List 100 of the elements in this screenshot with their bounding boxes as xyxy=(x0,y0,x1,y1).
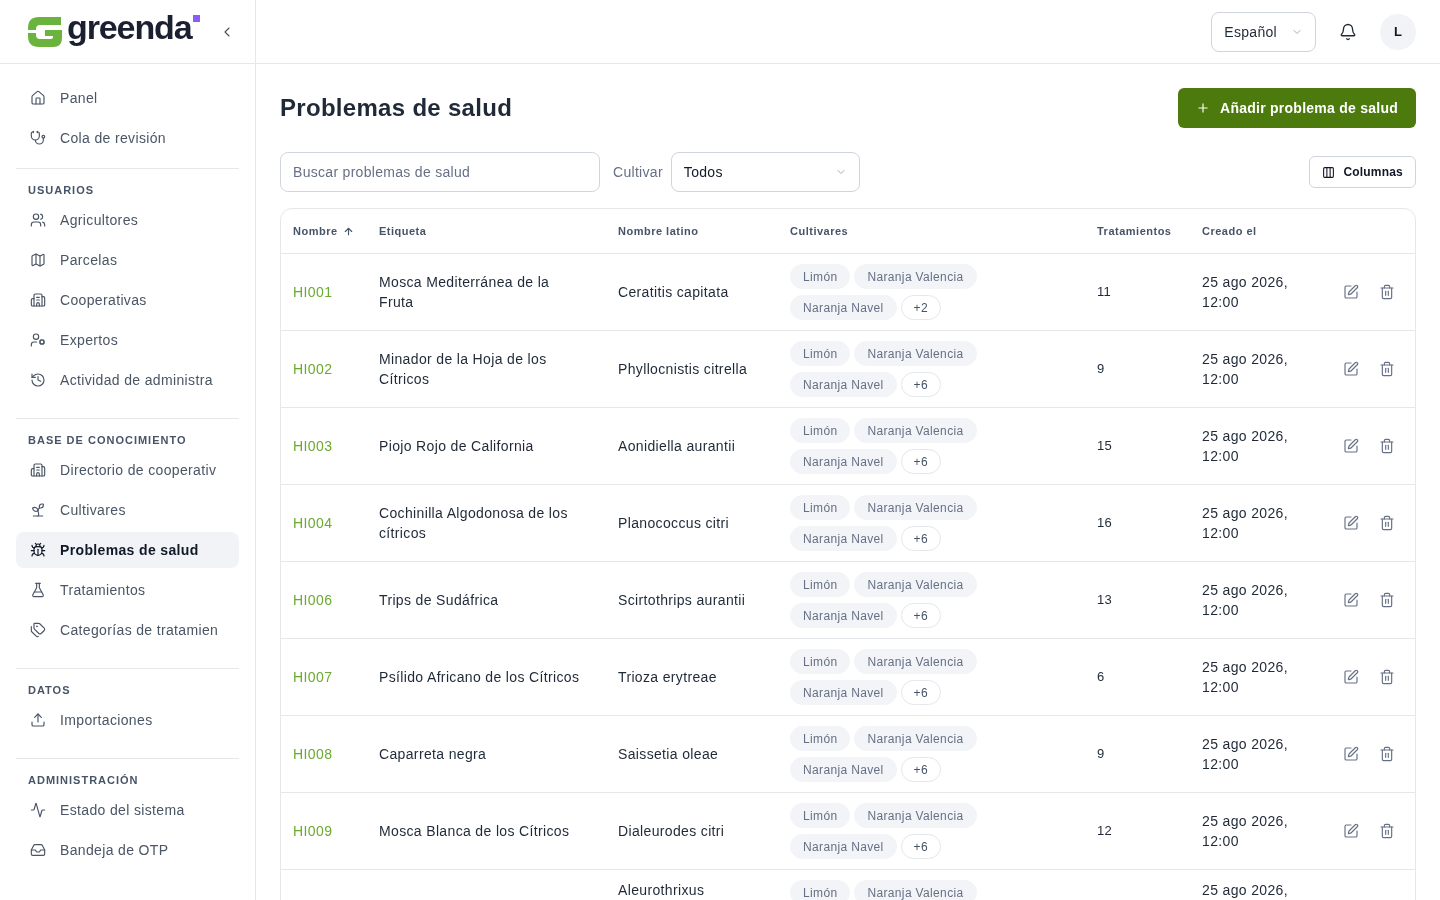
nav-item[interactable]: Cooperativas xyxy=(16,282,239,318)
table-cell-text: Mosca Mediterránea de la Fruta xyxy=(379,273,551,312)
crop-tag: Naranja Valencia xyxy=(854,880,977,900)
edit-icon xyxy=(1343,515,1359,531)
trash-icon xyxy=(1379,438,1395,454)
more-tag[interactable]: +6 xyxy=(900,526,941,551)
table-cell-text: Mosca Blanca de los Cítricos xyxy=(379,822,570,841)
table-cell-text: 25 ago 2026, 12:00 xyxy=(1202,350,1289,389)
more-tag[interactable]: +2 xyxy=(900,295,941,320)
crop-tag: Naranja Navel xyxy=(790,526,897,551)
crop-tag: Naranja Navel xyxy=(790,834,897,859)
logo-text: greenda xyxy=(67,10,192,44)
table-cell-text: 25 ago 2026, 12:00 xyxy=(1202,581,1289,620)
trash-icon xyxy=(1379,669,1395,685)
table-cell-text: Psílido Africano de los Cítricos xyxy=(379,668,580,687)
columns-button[interactable]: Columnas xyxy=(1309,156,1416,188)
nav-item[interactable]: Cola de revisión xyxy=(16,120,239,156)
table-cell: 9 xyxy=(1097,746,1105,761)
upload-icon xyxy=(30,712,46,728)
crop-tag: Naranja Valencia xyxy=(854,264,977,289)
column-header[interactable]: Cultivares xyxy=(790,225,849,237)
crop-tag: Naranja Valencia xyxy=(854,418,977,443)
avatar[interactable]: L xyxy=(1380,13,1416,50)
more-tag[interactable]: +6 xyxy=(900,449,941,474)
table-cell-text: Trioza erytreae xyxy=(618,668,717,687)
crop-tag: Naranja Valencia xyxy=(854,803,977,828)
building-icon xyxy=(30,292,46,308)
nav-item[interactable]: Parcelas xyxy=(16,242,239,278)
table-cell: 15 xyxy=(1097,438,1113,453)
nav-item[interactable]: Bandeja de OTP xyxy=(16,832,239,868)
logo-icon xyxy=(28,15,62,48)
edit-icon xyxy=(1343,823,1359,839)
crop-tag: Limón xyxy=(790,572,851,597)
page-title: Problemas de salud xyxy=(280,94,513,122)
table-cell-text: Aonidiella aurantii xyxy=(618,437,736,456)
nav-item[interactable]: Panel xyxy=(16,80,239,116)
edit-icon xyxy=(1343,361,1359,377)
table-cell-text: Phyllocnistis citrella xyxy=(618,360,748,379)
crop-tag: Limón xyxy=(790,418,851,443)
plus-icon xyxy=(1196,101,1211,115)
table-cell: 6 xyxy=(1097,669,1105,684)
table-cell-text: Dialeurodes citri xyxy=(618,822,725,841)
add-button[interactable]: Añadir problema de salud xyxy=(1178,88,1416,128)
crop-tag: Limón xyxy=(790,803,851,828)
table-cell: 9 xyxy=(1097,361,1105,376)
trash-icon xyxy=(1379,515,1395,531)
nav-item[interactable]: Actividad de administra xyxy=(16,362,239,398)
nav-item[interactable]: Agricultores xyxy=(16,202,239,238)
crop-tag: Limón xyxy=(790,495,851,520)
table-cell-text: Planococcus citri xyxy=(618,514,729,533)
nav-item[interactable]: Cultivares xyxy=(16,492,239,528)
crop-tag: Naranja Navel xyxy=(790,372,897,397)
history-icon xyxy=(30,372,46,388)
crop-tag: Naranja Navel xyxy=(790,757,897,782)
edit-icon xyxy=(1343,669,1359,685)
column-header[interactable]: Nombre latino xyxy=(618,225,699,237)
more-tag[interactable]: +6 xyxy=(900,834,941,859)
home-icon xyxy=(30,90,46,106)
nav-item[interactable]: Estado del sistema xyxy=(16,792,239,828)
nav-item[interactable]: Tratamientos xyxy=(16,572,239,608)
table-cell-text: 25 ago 2026, 12:00 xyxy=(1202,427,1289,466)
user-gear-icon xyxy=(30,332,46,348)
search-field[interactable]: Buscar problemas de salud xyxy=(280,152,600,192)
more-tag[interactable]: +6 xyxy=(900,680,941,705)
bug-icon xyxy=(30,542,46,558)
nav-item[interactable]: Expertos xyxy=(16,322,239,358)
section-title: ADMINISTRACIÓN xyxy=(27,773,140,788)
sprout-icon xyxy=(30,502,46,518)
table-cell-text: Aleurothrixus xyxy=(618,881,705,900)
table-cell: 16 xyxy=(1097,515,1113,530)
nav-item[interactable]: Importaciones xyxy=(16,702,239,738)
users-icon xyxy=(30,212,46,228)
table-cell-text: Trips de Sudáfrica xyxy=(379,591,499,610)
crop-tag: Naranja Navel xyxy=(790,295,897,320)
more-tag[interactable]: +6 xyxy=(900,372,941,397)
crop-tag: Naranja Valencia xyxy=(854,649,977,674)
more-tag[interactable]: +6 xyxy=(900,757,941,782)
nav-item[interactable]: Categorías de tratamien xyxy=(16,612,239,648)
table-cell-text: Saissetia oleae xyxy=(618,745,719,764)
language-select[interactable]: Español xyxy=(1211,11,1316,52)
table-cell-text: 25 ago 2026, 12:00 xyxy=(1202,504,1289,543)
table-cell-text: Scirtothrips aurantii xyxy=(618,591,746,610)
map-icon xyxy=(30,252,46,268)
column-header[interactable]: Etiqueta xyxy=(379,225,427,237)
stethoscope-icon xyxy=(30,130,46,146)
nav-item[interactable]: Problemas de salud xyxy=(16,532,239,568)
section-title: USUARIOS xyxy=(27,183,96,198)
column-header[interactable]: Tratamientos xyxy=(1097,225,1172,237)
section-title: BASE DE CONOCIMIENTO xyxy=(27,433,188,448)
table-cell-text: 25 ago 2026, xyxy=(1202,881,1288,900)
crop-tag: Naranja Valencia xyxy=(854,495,977,520)
nav-item[interactable]: Directorio de cooperativ xyxy=(16,452,239,488)
edit-icon xyxy=(1343,438,1359,454)
crop-select[interactable]: Todos xyxy=(670,152,860,192)
pulse-icon xyxy=(30,802,46,818)
crop-tag: Limón xyxy=(790,649,851,674)
column-header[interactable]: Creado el xyxy=(1202,225,1257,237)
more-tag[interactable]: +6 xyxy=(900,603,941,628)
crop-tag: Limón xyxy=(790,726,851,751)
column-header[interactable]: Nombre xyxy=(293,225,354,237)
